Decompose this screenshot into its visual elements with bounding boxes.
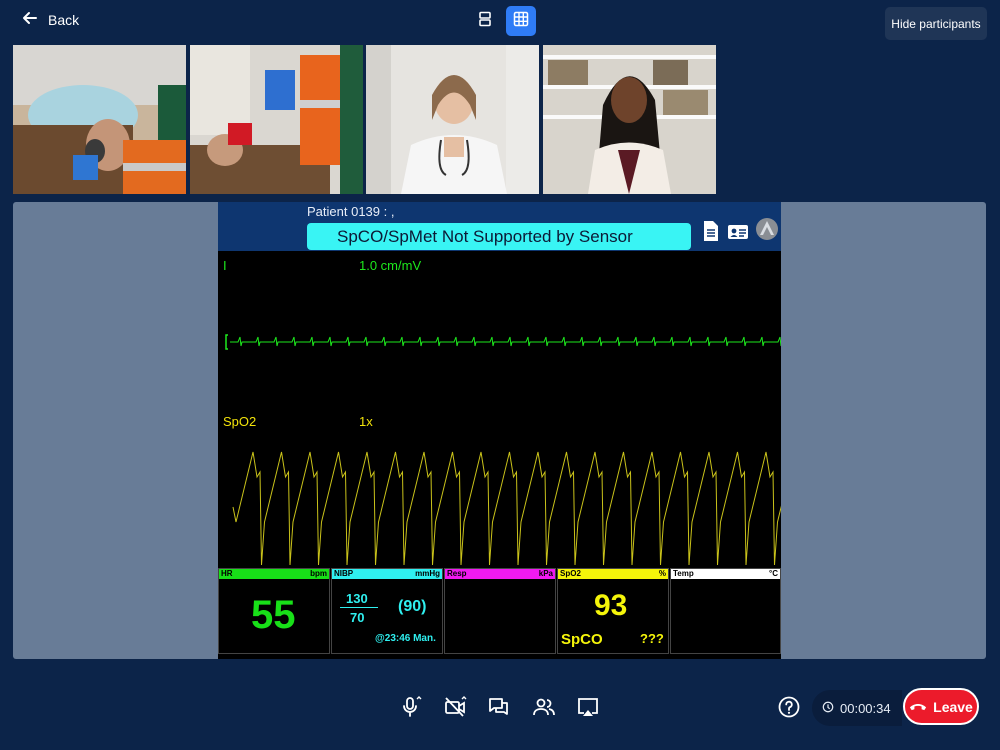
participants-button[interactable] [532, 695, 556, 719]
alarm-banner: SpCO/SpMet Not Supported by Sensor [307, 223, 691, 250]
resp-label: Resp [447, 569, 467, 578]
spo2-label: SpO2 [560, 569, 581, 578]
device-logo-icon[interactable] [755, 217, 778, 241]
resp-panel: Resp kPa [444, 568, 556, 654]
hr-panel-header: HR bpm [219, 569, 329, 579]
participant-video-3[interactable] [366, 45, 539, 194]
question-mark-icon [777, 696, 801, 723]
grid-view-button[interactable] [506, 6, 536, 36]
back-label: Back [48, 11, 80, 28]
nibp-diastolic: 70 [350, 610, 365, 625]
document-icon[interactable] [700, 219, 722, 243]
nibp-label: NIBP [334, 569, 354, 578]
spo2-panel-header: SpO2 % [558, 569, 668, 579]
screen-share-icon [576, 698, 600, 723]
temp-unit: °C [769, 569, 778, 578]
view-toggle [470, 6, 536, 36]
nibp-divider [340, 607, 378, 608]
speaker-view-button[interactable] [470, 6, 500, 36]
monitor-header: Patient 0139 : , SpCO/SpMet Not Supporte… [218, 202, 781, 251]
chat-button[interactable] [487, 695, 511, 719]
spo2-panel: SpO2 % 93 SpCO ??? [557, 568, 669, 654]
hr-unit: bpm [310, 569, 327, 578]
nibp-panel: NIBP mmHg 130 70 (90) @23:46 Man. [331, 568, 443, 654]
people-icon [532, 698, 556, 723]
ecg-scale-label: 1.0 cm/mV [359, 258, 422, 273]
hide-participants-button[interactable]: Hide participants [885, 7, 987, 40]
resp-panel-header: Resp kPa [445, 569, 555, 579]
leave-button[interactable]: Leave [903, 688, 979, 725]
ecg-lead-label: I [223, 258, 227, 273]
hr-value: 55 [251, 593, 296, 637]
leave-label: Leave [933, 698, 973, 715]
spo2-unit: % [658, 569, 666, 578]
help-button[interactable] [777, 695, 801, 719]
participant-video-4[interactable] [543, 45, 716, 194]
patient-label: Patient 0139 : , [307, 204, 395, 219]
resp-unit: kPa [538, 569, 553, 578]
nibp-systolic: 130 [346, 591, 368, 606]
camera-off-icon [443, 696, 467, 723]
patient-monitor: Patient 0139 : , SpCO/SpMet Not Supporte… [218, 202, 781, 659]
nibp-panel-header: NIBP mmHg [332, 569, 442, 579]
pleth-waveform [232, 451, 781, 566]
spo2-value: 93 [594, 589, 628, 622]
microphone-button[interactable] [398, 695, 422, 719]
temp-label: Temp [673, 569, 694, 578]
nibp-mean: (90) [398, 598, 427, 615]
grid-layout-icon [513, 11, 529, 32]
nibp-unit: mmHg [415, 569, 440, 578]
timer-value: 00:00:34 [840, 700, 891, 716]
chat-icon [487, 698, 511, 723]
arrow-left-icon [22, 10, 38, 29]
rows-layout-icon [477, 11, 493, 32]
microphone-icon [398, 696, 422, 723]
clock-icon [822, 701, 834, 716]
top-bar: Back Hide participants [0, 0, 1000, 44]
screen-share-button[interactable] [576, 695, 600, 719]
temp-panel: Temp °C [670, 568, 781, 654]
hr-panel: HR bpm 55 [218, 568, 330, 654]
nibp-time: @23:46 Man. [375, 633, 436, 644]
spco-value: ??? [640, 631, 664, 646]
participant-video-2[interactable] [190, 45, 363, 194]
ecg-waveform [225, 334, 781, 350]
call-timer: 00:00:34 [812, 690, 902, 726]
temp-panel-header: Temp °C [671, 569, 780, 579]
camera-button[interactable] [443, 695, 467, 719]
hr-label: HR [221, 569, 233, 578]
pleth-scale-label: 1x [359, 414, 373, 429]
back-button[interactable]: Back [22, 10, 79, 29]
pleth-label: SpO2 [223, 414, 257, 429]
patient-card-icon[interactable] [727, 219, 749, 243]
phone-hangup-icon [909, 699, 927, 715]
spco-label: SpCO [561, 631, 603, 648]
participant-video-1[interactable] [13, 45, 186, 194]
